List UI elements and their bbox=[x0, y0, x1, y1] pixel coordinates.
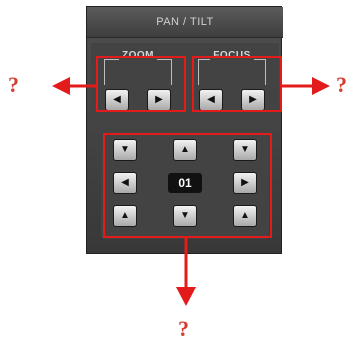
arrow-left-head bbox=[52, 77, 70, 95]
annotation-arrows bbox=[52, 77, 330, 306]
question-mark-bottom: ? bbox=[178, 316, 189, 341]
question-mark-right: ? bbox=[336, 72, 347, 97]
arrow-right-head bbox=[312, 77, 330, 95]
question-mark-left: ? bbox=[8, 72, 19, 97]
arrow-down-head bbox=[176, 287, 196, 306]
